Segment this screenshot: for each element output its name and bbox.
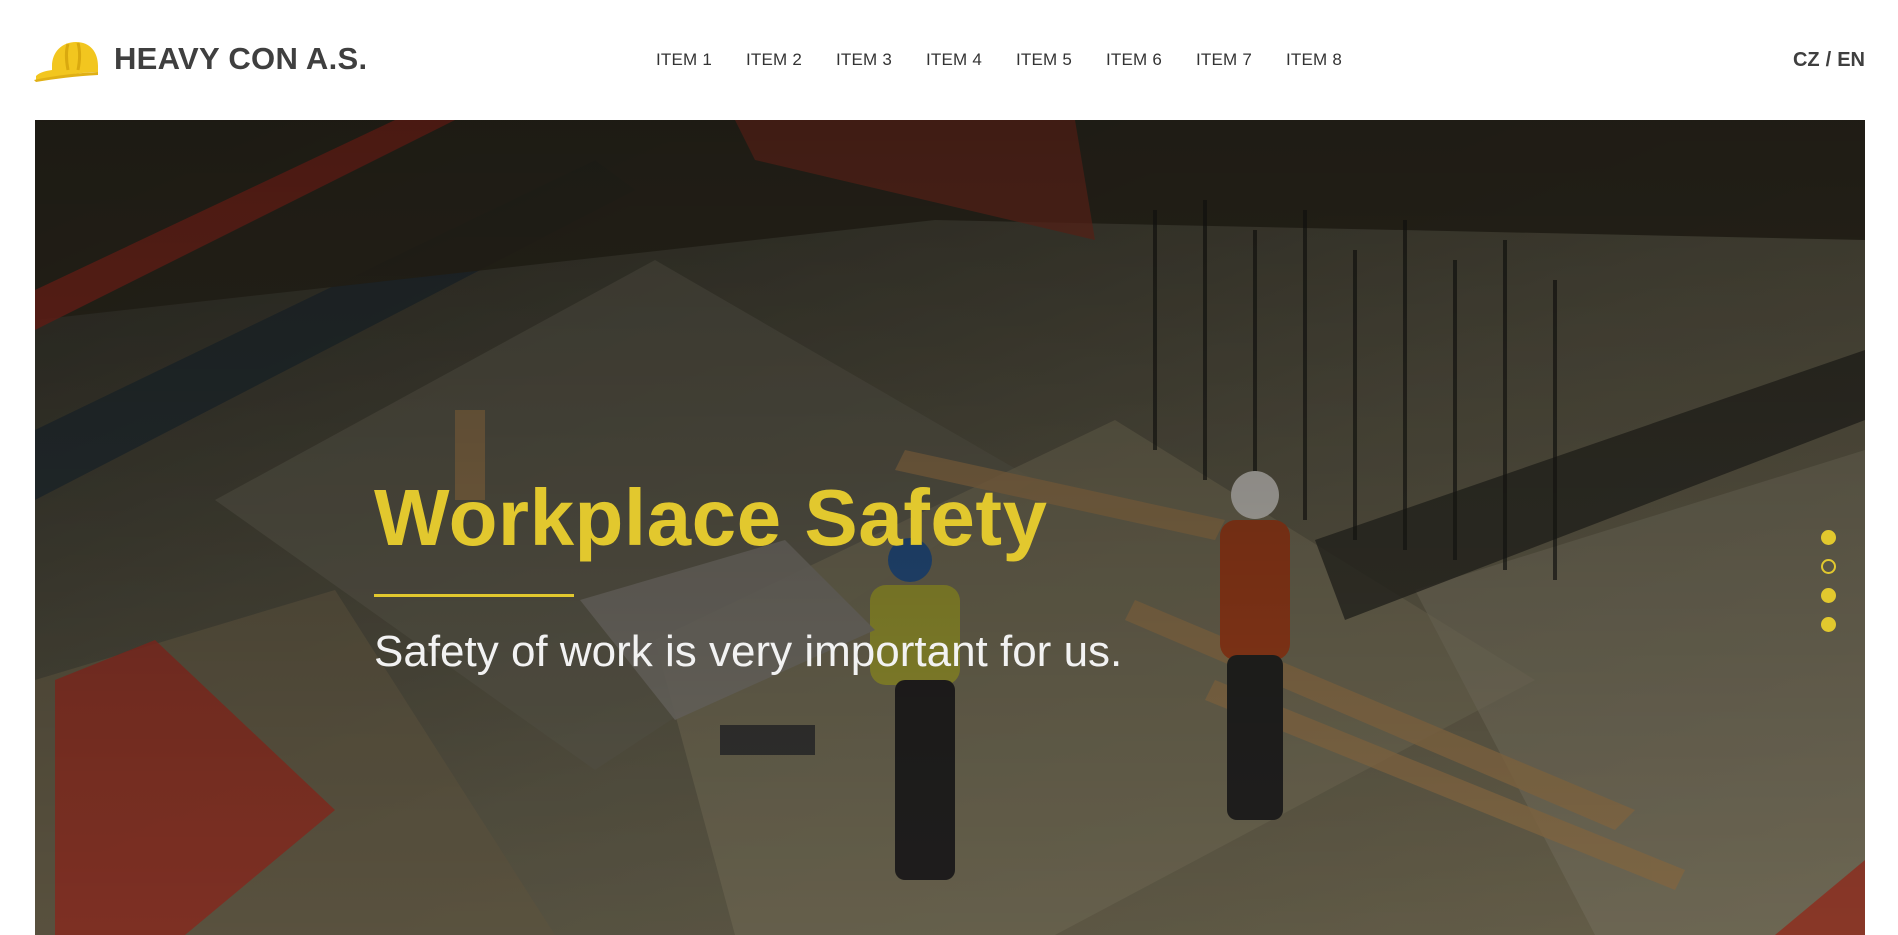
language-cz-link[interactable]: CZ: [1793, 49, 1820, 72]
language-switcher: CZ / EN: [1793, 46, 1865, 74]
hero-subtitle: Safety of work is very important for us.: [374, 627, 1123, 676]
site-header: HEAVY CON A.S. ITEM 1 ITEM 2 ITEM 3 ITEM…: [0, 0, 1898, 120]
hero-divider: [374, 594, 574, 597]
hard-hat-icon: [34, 42, 98, 82]
hero-caption: Workplace Safety Safety of work is very …: [374, 472, 1274, 677]
language-separator: /: [1825, 48, 1832, 71]
slider-pagination: [1820, 530, 1836, 632]
brand-name: HEAVY CON A.S.: [114, 41, 368, 76]
nav-item-3[interactable]: ITEM 3: [836, 50, 892, 70]
main-navigation: ITEM 1 ITEM 2 ITEM 3 ITEM 4 ITEM 5 ITEM …: [656, 46, 1342, 74]
nav-item-7[interactable]: ITEM 7: [1196, 50, 1252, 70]
nav-item-5[interactable]: ITEM 5: [1016, 50, 1072, 70]
nav-item-2[interactable]: ITEM 2: [746, 50, 802, 70]
nav-item-1[interactable]: ITEM 1: [656, 50, 712, 70]
nav-item-8[interactable]: ITEM 8: [1286, 50, 1342, 70]
nav-item-6[interactable]: ITEM 6: [1106, 50, 1162, 70]
slider-dot-3[interactable]: [1820, 588, 1836, 603]
slider-dot-2[interactable]: [1820, 559, 1836, 574]
language-en-link[interactable]: EN: [1837, 49, 1865, 72]
nav-item-4[interactable]: ITEM 4: [926, 50, 982, 70]
hero-slider: Workplace Safety Safety of work is very …: [35, 120, 1865, 935]
slider-dot-1[interactable]: [1820, 530, 1836, 545]
brand-home-link[interactable]: HEAVY CON A.S.: [32, 36, 367, 82]
hero-title: Workplace Safety: [374, 473, 1048, 562]
slider-dot-4[interactable]: [1820, 617, 1836, 632]
